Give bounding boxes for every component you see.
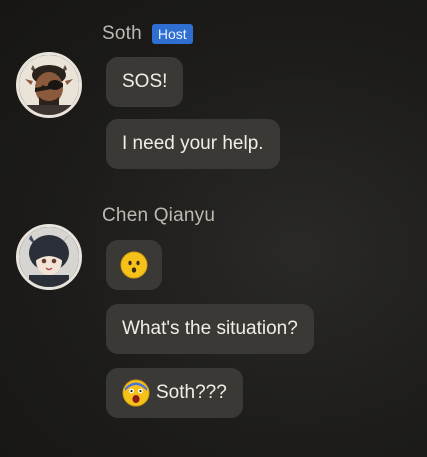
host-badge: Host bbox=[151, 24, 193, 44]
avatar-soth[interactable] bbox=[16, 52, 82, 118]
shocked-face-icon bbox=[122, 379, 150, 407]
message-text: SOS! bbox=[122, 71, 168, 92]
sender-name: Soth bbox=[102, 23, 142, 44]
chen-avatar-icon bbox=[19, 227, 79, 287]
sender-row: Soth Host bbox=[102, 22, 193, 46]
message-text: I need your help. bbox=[122, 133, 264, 154]
sender-row: Chen Qianyu bbox=[102, 204, 215, 228]
message-bubble[interactable]: I need your help. bbox=[106, 119, 280, 169]
message-bubble[interactable]: Soth??? bbox=[106, 368, 243, 418]
message-bubble[interactable]: SOS! bbox=[106, 57, 184, 107]
message-bubble[interactable]: What's the situation? bbox=[106, 304, 314, 354]
sender-name: Chen Qianyu bbox=[102, 205, 216, 226]
message-text: Soth??? bbox=[156, 382, 227, 403]
message-bubble[interactable] bbox=[106, 240, 162, 290]
surprised-face-icon bbox=[120, 251, 148, 279]
soth-avatar-icon bbox=[19, 55, 79, 115]
message-text: What's the situation? bbox=[122, 318, 298, 339]
avatar-chen-qianyu[interactable] bbox=[16, 224, 82, 290]
